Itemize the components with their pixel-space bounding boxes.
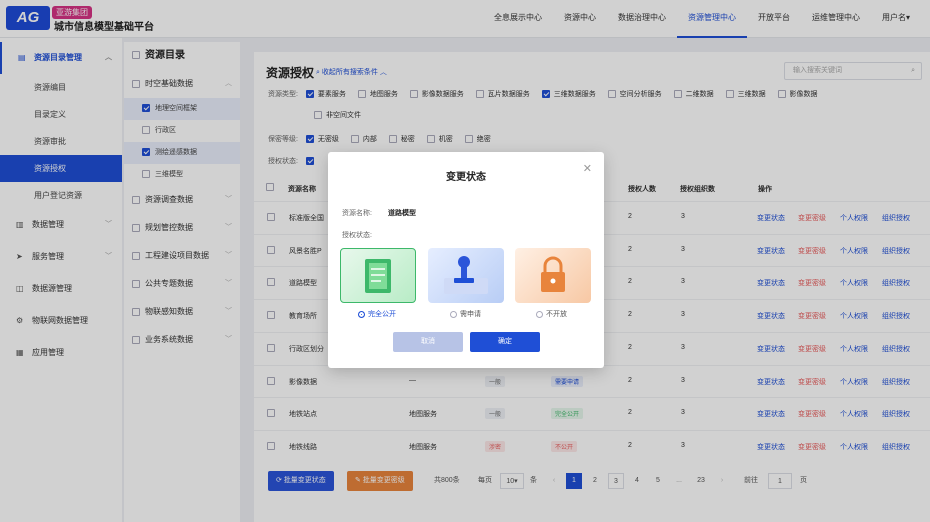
resource-name-value: 道路模型: [388, 210, 416, 217]
dialog-title: 变更状态: [446, 172, 486, 183]
radio-label: 不开放: [546, 311, 567, 318]
radio-public[interactable]: 完全公开: [358, 309, 396, 319]
radio-dot[interactable]: [358, 310, 365, 318]
status-label: 授权状态:: [342, 232, 372, 239]
close-icon[interactable]: ✕: [583, 162, 592, 175]
option-card-public[interactable]: [340, 248, 416, 303]
radio-closed[interactable]: 不开放: [536, 309, 567, 319]
radio-dot[interactable]: [536, 310, 543, 318]
option-card-closed[interactable]: [515, 248, 591, 303]
lock-icon: [541, 256, 565, 292]
resource-name-label: 资源名称:: [342, 210, 372, 217]
radio-label: 完全公开: [368, 311, 396, 318]
radio-label: 需申请: [460, 311, 481, 318]
confirm-button[interactable]: 确定: [470, 332, 540, 352]
radio-dot[interactable]: [450, 310, 457, 318]
stamp-icon: [444, 256, 488, 294]
notebook-icon: [365, 259, 391, 293]
radio-apply[interactable]: 需申请: [450, 309, 481, 319]
cancel-button[interactable]: 取消: [393, 332, 463, 352]
change-status-dialog: 变更状态 ✕ 资源名称: 道路模型 授权状态: 完全公开 需申请 不开放 取消 …: [328, 152, 604, 368]
option-card-apply[interactable]: [428, 248, 504, 303]
